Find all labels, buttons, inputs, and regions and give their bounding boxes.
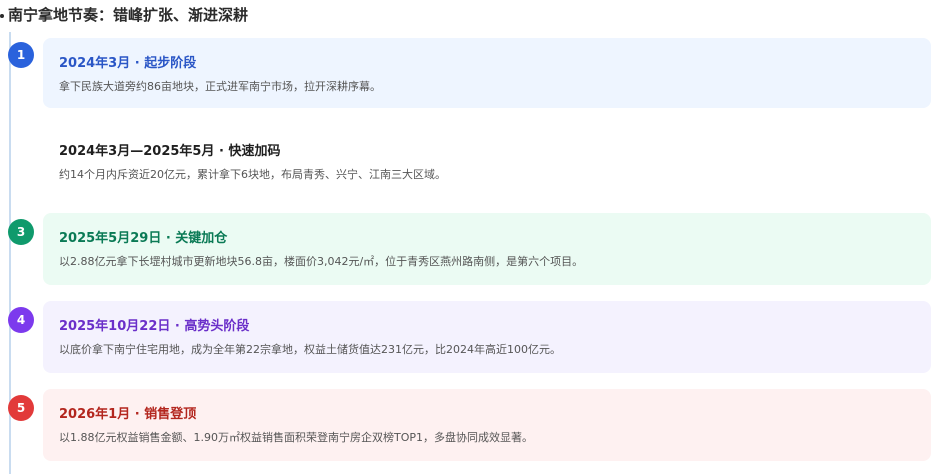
step-badge-3: 3 bbox=[8, 219, 34, 245]
card-description: 以底价拿下南宁住宅用地，成为全年第22宗拿地，权益土储货值达231亿元，比202… bbox=[59, 343, 561, 356]
card-description: 以1.88亿元权益销售金额、1.90万㎡权益销售面积荣登南宁房企双榜TOP1，多… bbox=[59, 431, 533, 444]
step-number: 4 bbox=[16, 313, 26, 327]
page-title-text: 南宁拿地节奏：错峰扩张、渐进深耕 bbox=[8, 6, 249, 24]
card-title: 2024年3月 · 起步阶段 bbox=[59, 56, 197, 71]
timeline-item-5: 5 2026年1月 · 销售登顶 以1.88亿元权益销售金额、1.90万㎡权益销… bbox=[0, 389, 938, 461]
timeline-card-4: 2025年10月22日 · 高势头阶段 以底价拿下南宁住宅用地，成为全年第22宗… bbox=[43, 301, 931, 373]
card-title: 2026年1月 · 销售登顶 bbox=[59, 407, 197, 422]
card-description: 拿下民族大道旁约86亩地块，正式进军南宁市场，拉开深耕序幕。 bbox=[59, 80, 381, 93]
page-title: 南宁拿地节奏：错峰扩张、渐进深耕 bbox=[0, 4, 248, 26]
card-title: 2025年5月29日 · 关键加仓 bbox=[59, 231, 228, 246]
step-number: 5 bbox=[16, 401, 26, 415]
timeline-card-2: 2024年3月—2025年5月 · 快速加码 约14个月内斥资近20亿元，累计拿… bbox=[43, 126, 931, 196]
timeline-item-4: 4 2025年10月22日 · 高势头阶段 以底价拿下南宁住宅用地，成为全年第2… bbox=[0, 301, 938, 373]
card-description: 约14个月内斥资近20亿元，累计拿下6块地，布局青秀、兴宁、江南三大区域。 bbox=[59, 168, 446, 181]
timeline-card-3: 2025年5月29日 · 关键加仓 以2.88亿元拿下长堽村城市更新地块56.8… bbox=[43, 213, 931, 285]
card-description: 以2.88亿元拿下长堽村城市更新地块56.8亩，楼面价3,042元/㎡，位于青秀… bbox=[59, 255, 584, 268]
title-bullet-icon bbox=[0, 13, 4, 18]
step-number: 1 bbox=[16, 48, 26, 62]
timeline-item-2: 2024年3月—2025年5月 · 快速加码 约14个月内斥资近20亿元，累计拿… bbox=[0, 126, 938, 198]
card-title: 2025年10月22日 · 高势头阶段 bbox=[59, 319, 250, 334]
timeline-card-1: 2024年3月 · 起步阶段 拿下民族大道旁约86亩地块，正式进军南宁市场，拉开… bbox=[43, 38, 931, 108]
card-title: 2024年3月—2025年5月 · 快速加码 bbox=[59, 144, 281, 159]
step-number: 3 bbox=[16, 225, 26, 239]
step-badge-1: 1 bbox=[8, 42, 34, 68]
timeline-item-3: 3 2025年5月29日 · 关键加仓 以2.88亿元拿下长堽村城市更新地块56… bbox=[0, 213, 938, 285]
step-badge-5: 5 bbox=[8, 395, 34, 421]
timeline-card-5: 2026年1月 · 销售登顶 以1.88亿元权益销售金额、1.90万㎡权益销售面… bbox=[43, 389, 931, 461]
timeline-item-1: 1 2024年3月 · 起步阶段 拿下民族大道旁约86亩地块，正式进军南宁市场，… bbox=[0, 38, 938, 110]
step-badge-4: 4 bbox=[8, 307, 34, 333]
